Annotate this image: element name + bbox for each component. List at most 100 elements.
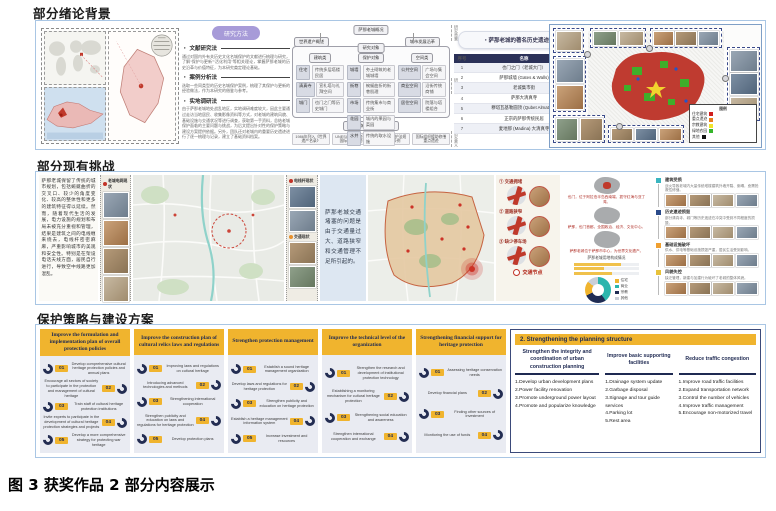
card-item: Improving laws and regulations on cultur… [137,364,221,374]
road-issue-group: ① 交通拥堵 [499,179,557,208]
ring-icon [41,433,55,447]
ring-icon [303,380,317,394]
card-item: Encourage all sectors of society to part… [43,379,127,398]
card-item: Finding other sources of investment03 [419,409,503,419]
legend-color-swatch [709,124,713,128]
stat-caption: 也门，位于阿拉伯半岛西南端，扼守红海与亚丁湾。 [566,195,647,205]
planning-item: 3.Control the number of vehicles [679,395,756,403]
planning-header: 2. Strengthening the planning structure [515,334,756,345]
region-map-graphic [109,32,175,140]
flow-item: 市场传统集市与商业街 [347,98,395,113]
bar [574,267,639,270]
flow-group-objects: 保护对象 城墙夯土砌筑的老城城墙 街巷蜿蜒曲折的街巷肌理 市场传统集市与商业街 … [347,53,395,115]
road-diagram [507,216,526,235]
bar [574,272,639,275]
research-methods: 研究方法 ・文献研究法 通过对国内外有关历史文化名城保护的文献进行梳理与研究，了… [182,24,290,148]
strip-label: 交通现状 [289,234,316,240]
flow-item: 商业空间沿街传统商铺 [398,82,446,97]
flow-group-architecture: 建筑类 住宅传统多层塔楼民居 清真寺宣礼塔与礼拜空间 城门也门之门等历史城门 [296,53,344,115]
ring-icon [303,414,317,428]
strategy-card-4: Improve the technical level of the organ… [322,329,412,453]
map-legend: 图例 住宅建筑重点遗迹宗教建筑绿地农园其他 [689,104,757,143]
item-number-chip: 03 [243,400,256,407]
donut-legend-row: 商业 [615,284,628,289]
legend-row: 绿地农园 [692,129,754,134]
card-item: Increase investment and resources05 [231,434,315,444]
donut-legend-row: 宗教 [615,290,628,295]
donut-chart [585,277,611,303]
challenges-panel: 萨那老城保留了传统的城市规划，包括蜿蜒曲折的交叉口、较少的角度变化、较高的整体性… [35,171,766,305]
connector-line [658,276,659,294]
card-item: Strengthening social education and aware… [325,413,409,423]
road-issues-column: ① 交通拥堵 ② 道路狭窄 ③ 缺少停车场 交通节点 [496,175,560,301]
planning-item: 4.Parking lot [605,410,672,418]
stat-caption: 萨那老城位于萨那市中心，为世界文化遗产。 [566,249,647,254]
item-number-chip: 01 [431,369,444,376]
stat-caption: 萨那，也门首都，全国政治、经济、文化中心。 [566,225,647,230]
road-issue-label: ② 道路狭窄 [499,209,557,215]
world-map [44,31,106,85]
item-number-chip: 04 [290,418,303,425]
planning-item: 5.Encourage non-motorized travel [679,410,756,418]
legend-row: 住宅建筑 [692,112,754,117]
legend-color-swatch [615,285,619,289]
city-map-grey-graphic [133,175,284,301]
damage-marker-icon [656,178,661,183]
bars-title: 萨那老城用地构成情况 [566,256,647,261]
card-item: Strengthening international cooperation0… [137,397,221,407]
strategy-card-2: Improve the construction plan of cultura… [134,329,224,453]
photo-strip-traffic: 电线杆现状 交通现状 [286,175,318,301]
ring-icon [135,432,149,446]
city-map-overlay [368,175,494,301]
method-title: ・文献研究法 [182,44,290,52]
donut-legend: 住宅商业宗教其他 [615,278,628,301]
method-item: ・案例分析法 选取一些同类型的历史名城保护案例，梳理了其保护与更新的经验做法，作… [182,73,290,94]
card-item: Train staff of cultural heritage protect… [43,402,127,412]
damage-row: 基础设施破坏 供水、供电等基础设施损毁严重，居民生活受到影响。 [656,242,762,267]
connector-dot [584,51,591,58]
strip-label: 老城电网现状 [103,178,129,190]
flow-item: 公共空间广场与集会空间 [398,65,446,80]
ring-icon [491,387,505,401]
damage-marker-icon [656,210,661,215]
flow-item: 城门也门之门等历史城门 [296,98,344,113]
flow-bottom-item: 国际组织援助修缮重点遗迹 [412,133,450,145]
connector-dot [722,75,729,82]
planning-col-title: Reduce traffic congestion [679,349,756,375]
photo-frame [553,56,586,112]
card-item: Establish a heritage management informat… [231,416,315,426]
strategy-card-1: Improve the formulation and implementati… [40,329,130,453]
item-number-chip: 05 [243,435,256,442]
damage-marker-icon [656,270,661,275]
legend-color-swatch [615,279,619,283]
card-item: Strengthen international cooperation and… [325,432,409,442]
damage-tag: 历史遗迹损毁 [665,209,762,215]
yemen-map [44,87,106,141]
photo-frame [553,28,584,53]
method-title: ・实地调研法 [182,97,290,105]
card-item: Develop a more comprehensive strategy fo… [43,433,127,447]
road-photo [529,186,550,207]
card-header: Improve the technical level of the organ… [322,329,412,355]
col-header-no: 序号 [454,54,470,63]
method-item: ・文献研究法 通过对国内外有关历史文化名城保护的文献进行梳理与研究，了解“保护与… [182,44,290,70]
world-map-graphic [45,32,105,84]
item-number-chip: 01 [55,365,68,372]
card-header: Improve the formulation and implementati… [40,329,130,356]
yemen-map-graphic [45,88,105,140]
damage-tag: 建筑受损 [665,177,762,183]
card-item: Develop financial plans02 [419,389,503,399]
damage-tag: 基础设施破坏 [665,242,762,248]
node-icon [513,269,520,276]
bars [566,263,647,275]
ring-icon [135,362,149,376]
flow-connector [320,33,414,41]
ring-icon [229,432,243,446]
flow-item: 城墙夯土砌筑的老城城墙 [347,65,395,80]
ring-icon [417,407,431,421]
road-diagram [507,186,526,205]
planning-col-title: Strengthen the integrity and coordinatio… [515,349,599,375]
planning-item: 5.Rest area [605,418,672,426]
connector-line [658,249,659,267]
item-number-chip: 04 [196,417,209,424]
